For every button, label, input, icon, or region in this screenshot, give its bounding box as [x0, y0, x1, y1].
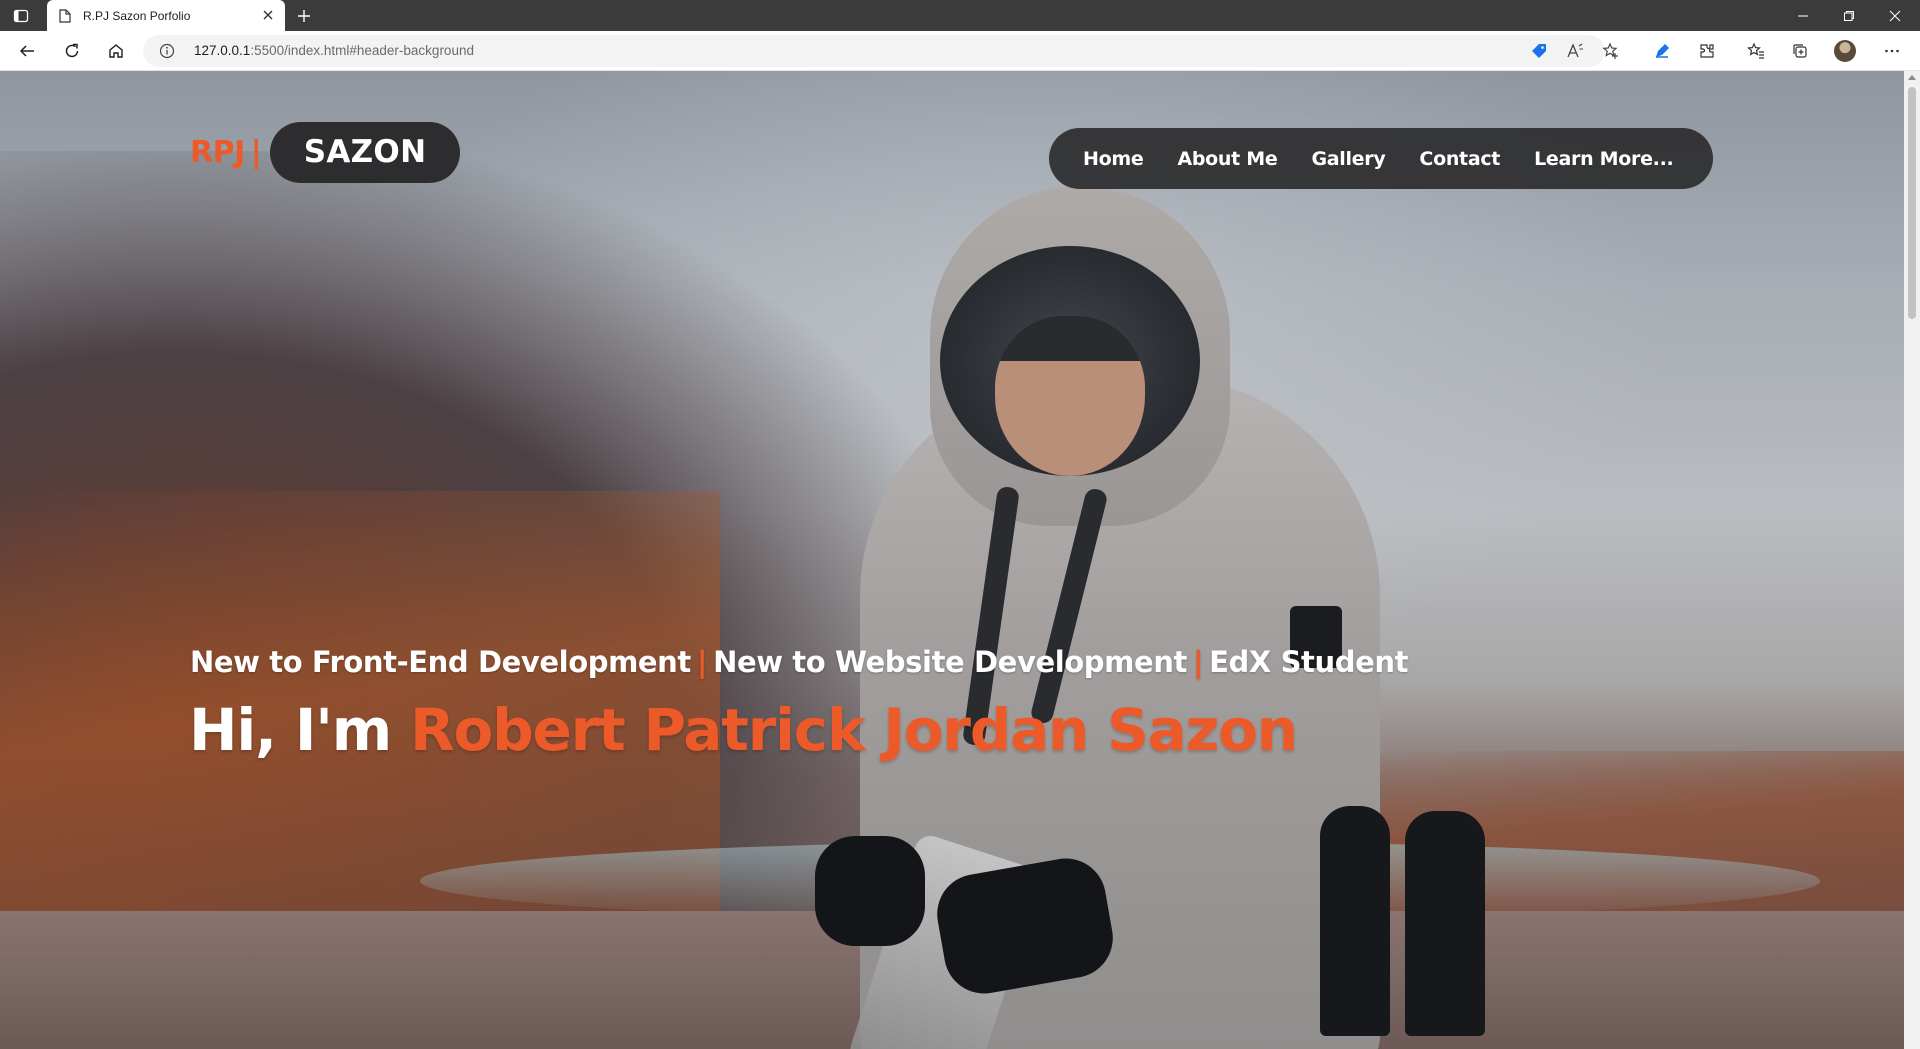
nav-link-contact[interactable]: Contact	[1419, 148, 1500, 170]
close-window-icon[interactable]	[1872, 0, 1918, 31]
background-hikers	[1310, 796, 1510, 1046]
main-nav: Home About Me Gallery Contact Learn More…	[1049, 128, 1713, 189]
collections-icon[interactable]	[1788, 39, 1812, 63]
browser-toolbar: 127.0.0.1:5500/index.html#header-backgro…	[0, 31, 1920, 71]
hero-subtitle-1: New to Front-End Development	[190, 645, 691, 679]
url-host: 127.0.0.1	[194, 43, 251, 58]
hiker	[1405, 811, 1485, 1036]
nav-link-home[interactable]: Home	[1083, 148, 1144, 170]
face	[995, 316, 1145, 476]
profile-avatar[interactable]	[1834, 40, 1856, 62]
read-aloud-icon[interactable]	[1565, 41, 1585, 61]
page-viewport: RPJ | SAZON Home About Me Gallery Contac…	[0, 71, 1904, 1049]
minimize-icon[interactable]	[1780, 0, 1826, 31]
plus-icon[interactable]	[295, 7, 313, 25]
header-background	[0, 71, 1904, 1049]
page-scrollbar[interactable]	[1904, 71, 1920, 1049]
hero-separator: |	[1192, 645, 1204, 679]
favorites-icon[interactable]	[1744, 39, 1768, 63]
more-icon[interactable]	[1880, 39, 1904, 63]
logo-prefix: RPJ	[190, 134, 245, 170]
tag-icon[interactable]	[1529, 41, 1549, 61]
url-path: :5500/index.html#header-background	[250, 43, 474, 58]
hero-headline: Hi, I'm Robert Patrick Jordan Sazon	[189, 696, 1298, 764]
add-favorite-icon[interactable]	[1601, 41, 1621, 61]
logo-separator: |	[250, 134, 262, 170]
scroll-up-arrow-icon[interactable]	[1908, 75, 1916, 80]
scrollbar-thumb[interactable]	[1908, 87, 1916, 319]
info-icon[interactable]	[159, 43, 175, 64]
refresh-icon[interactable]	[60, 39, 84, 63]
nav-link-learn-more[interactable]: Learn More...	[1534, 148, 1674, 170]
hero-separator: |	[696, 645, 708, 679]
tab-title: R.PJ Sazon Porfolio	[83, 9, 191, 23]
browser-title-bar: R.PJ Sazon Porfolio	[0, 0, 1920, 31]
hero-greeting: Hi, I'm	[189, 696, 411, 764]
back-arrow-icon[interactable]	[15, 39, 39, 63]
nav-link-gallery[interactable]: Gallery	[1311, 148, 1385, 170]
close-icon[interactable]	[261, 8, 275, 22]
hero-subtitle-2: New to Website Development	[713, 645, 1187, 679]
url-text[interactable]: 127.0.0.1:5500/index.html#header-backgro…	[194, 43, 474, 58]
extensions-icon[interactable]	[1695, 39, 1719, 63]
nav-link-about[interactable]: About Me	[1177, 148, 1277, 170]
pen-icon[interactable]	[1650, 39, 1674, 63]
address-bar[interactable]: 127.0.0.1:5500/index.html#header-backgro…	[143, 35, 1618, 67]
browser-tab-active[interactable]: R.PJ Sazon Porfolio	[47, 0, 285, 31]
tab-actions-icon[interactable]	[12, 7, 30, 25]
site-logo[interactable]: RPJ | SAZON	[190, 121, 461, 183]
logo-name: SAZON	[303, 134, 427, 170]
hero-subtitle: New to Front-End Development | New to Webs…	[190, 645, 1409, 679]
hero-name: Robert Patrick Jordan Sazon	[410, 696, 1298, 764]
logo-pill: SAZON	[269, 121, 461, 183]
hiker	[1320, 806, 1390, 1036]
page-icon	[59, 9, 71, 28]
restore-icon[interactable]	[1826, 0, 1872, 31]
home-icon[interactable]	[104, 39, 128, 63]
glove-left	[815, 836, 925, 946]
hero-subtitle-3: EdX Student	[1209, 645, 1409, 679]
